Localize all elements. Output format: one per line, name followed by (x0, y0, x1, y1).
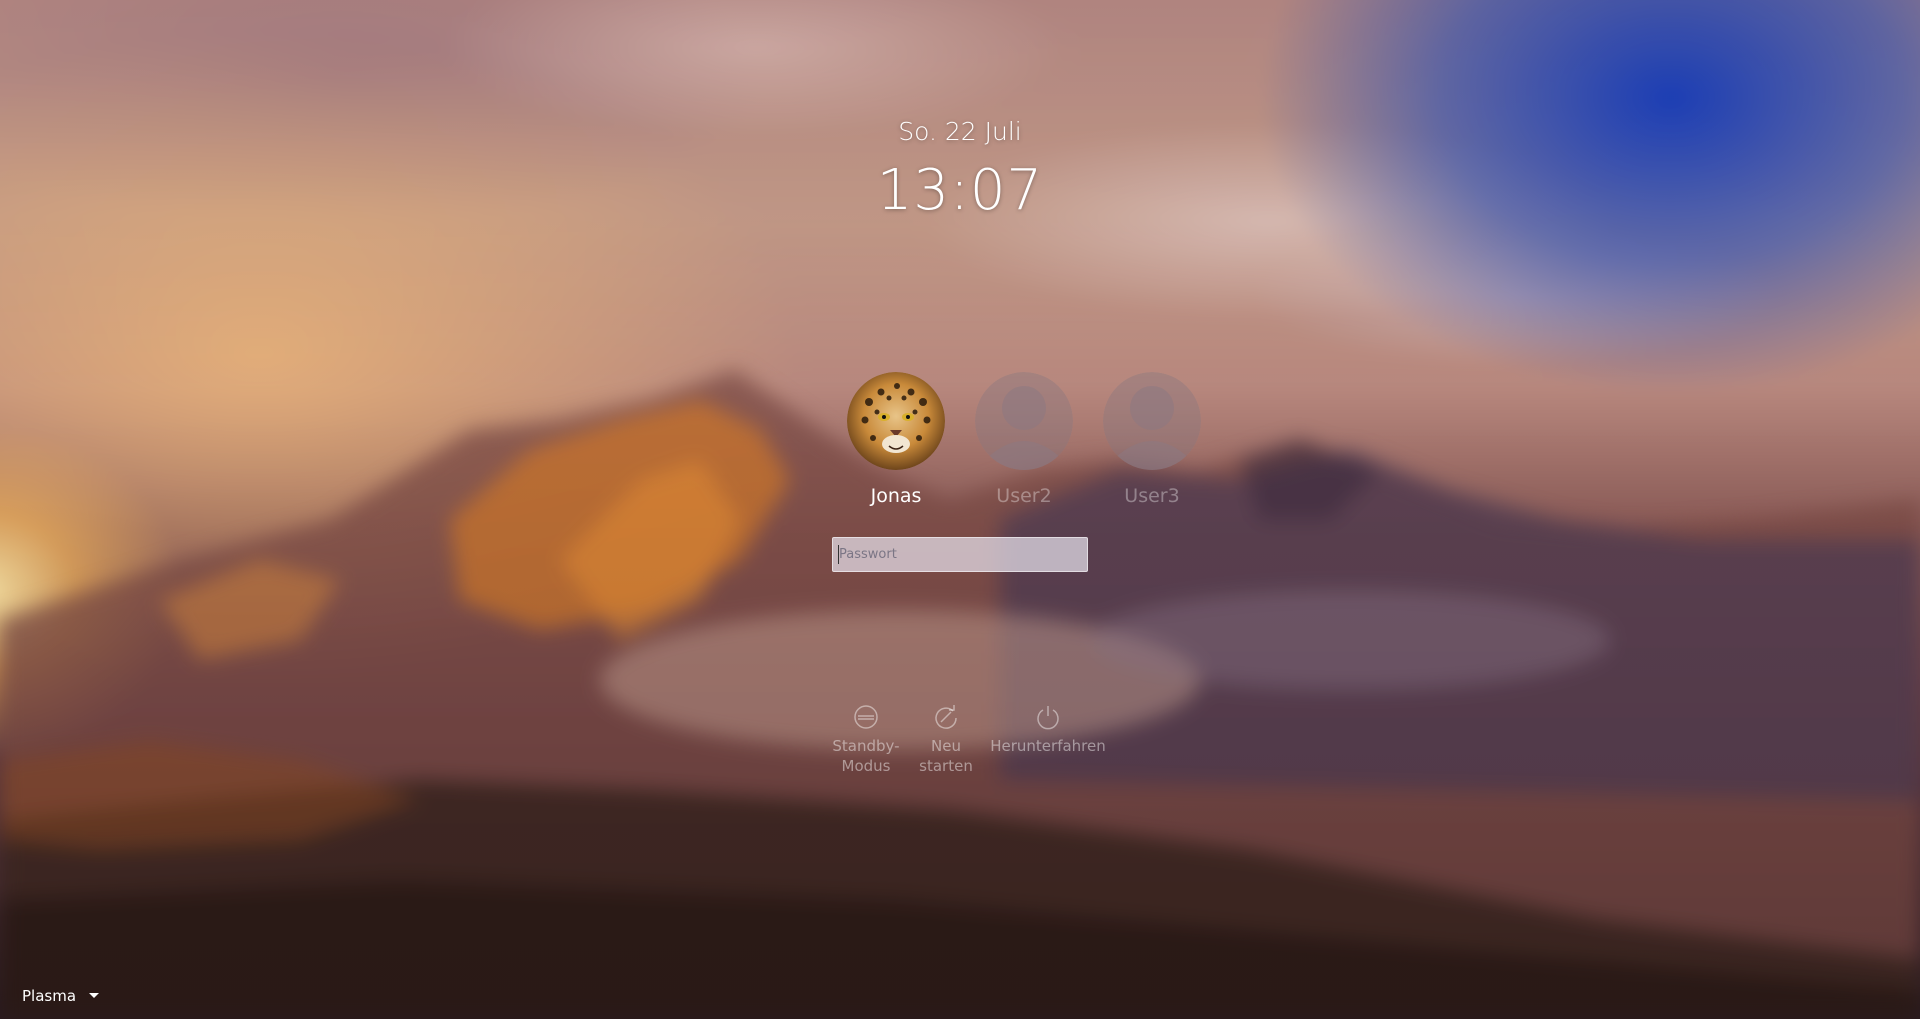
reboot-icon (935, 705, 957, 729)
power-icon (1037, 706, 1059, 730)
clock-date: So. 22 Juli (898, 117, 1022, 146)
suspend-label: Standby- Modus (832, 737, 900, 775)
session-label: Plasma (22, 987, 77, 1005)
suspend-icon (854, 705, 878, 729)
user-name: User3 (1124, 485, 1180, 507)
clock: So. 22 Juli 13:07 (0, 112, 1920, 224)
power-actions: Standby- Modus Neu starten Herunterfahre… (820, 700, 1120, 780)
user-user2[interactable]: User2 (960, 372, 1088, 508)
reboot-button[interactable]: Neu starten (916, 700, 976, 776)
user-name: User2 (996, 485, 1052, 507)
text-caret (838, 545, 839, 564)
session-selector[interactable]: Plasma (22, 986, 100, 1006)
shutdown-button[interactable]: Herunterfahren (988, 700, 1108, 756)
reboot-label: Neu starten (919, 737, 973, 775)
suspend-button[interactable]: Standby- Modus (828, 700, 904, 776)
user-name: Jonas (870, 485, 922, 507)
user-silhouette-icon (975, 372, 1073, 470)
jaguar-avatar-icon (847, 372, 945, 470)
user-user3[interactable]: User3 (1088, 372, 1216, 508)
clock-time: 13:07 (876, 158, 1044, 223)
lock-screen: So. 22 Juli 13:07 Jonas User2 User3 Stan… (0, 0, 1920, 1019)
user-list: Jonas User2 User3 (832, 372, 1252, 512)
password-input[interactable] (832, 537, 1088, 572)
dropdown-arrow-icon (89, 992, 100, 998)
shutdown-label: Herunterfahren (990, 737, 1106, 755)
user-silhouette-icon (1103, 372, 1201, 470)
user-jonas[interactable]: Jonas (832, 372, 960, 508)
